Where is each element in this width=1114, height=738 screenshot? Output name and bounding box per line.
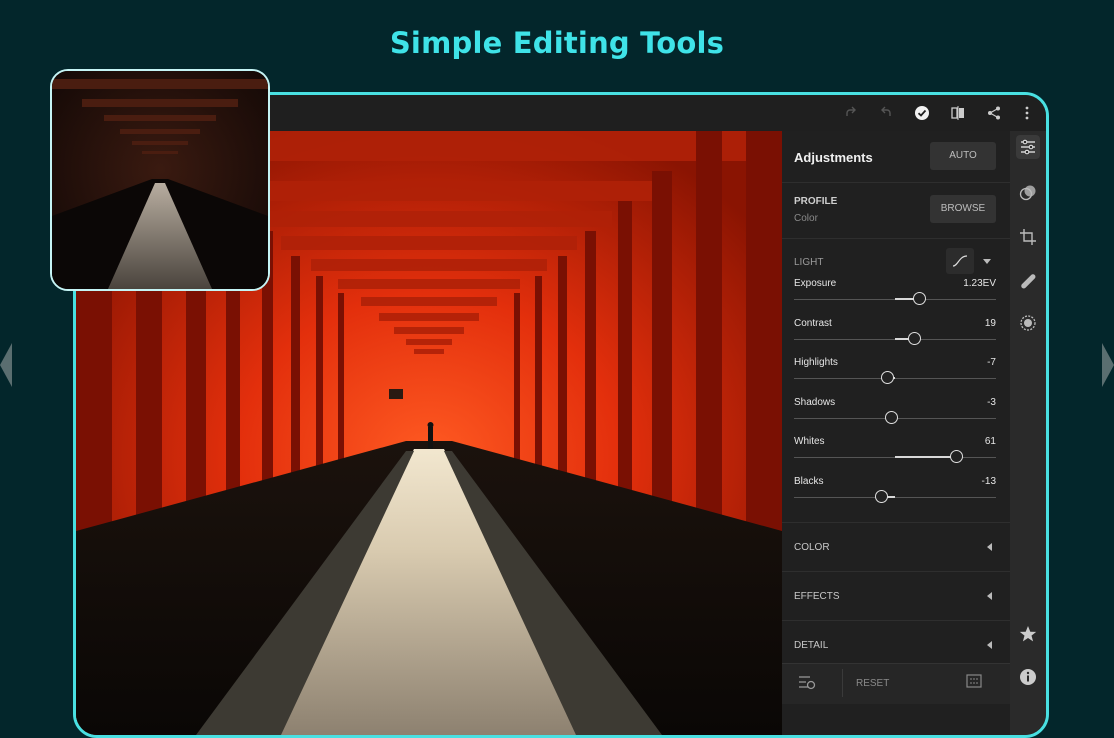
panel-header: Adjustments AUTO	[782, 131, 1010, 183]
slider-track[interactable]	[794, 497, 996, 498]
profile-section: PROFILE Color BROWSE	[782, 183, 1010, 239]
browse-button[interactable]: BROWSE	[930, 195, 996, 223]
color-section[interactable]: COLOR	[782, 522, 1010, 571]
slider-track[interactable]	[794, 378, 996, 380]
chevron-left-icon	[987, 592, 992, 600]
color-section-label: COLOR	[794, 542, 830, 553]
carousel-prev-arrow[interactable]	[0, 343, 12, 387]
slider-label: Shadows	[794, 396, 836, 408]
presets-icon[interactable]	[1016, 311, 1040, 335]
slider-handle[interactable]	[907, 331, 921, 345]
slider-label: Whites	[794, 436, 825, 448]
redo-icon[interactable]	[841, 103, 861, 123]
slider-highlights[interactable]: Highlights -7	[794, 357, 996, 397]
auto-button[interactable]: AUTO	[930, 142, 996, 170]
slider-value: -13	[981, 476, 996, 487]
healing-brush-icon[interactable]	[1016, 269, 1040, 293]
slider-label: Highlights	[794, 357, 838, 369]
tone-curve-icon[interactable]	[946, 248, 974, 274]
confirm-check-icon[interactable]	[912, 103, 932, 123]
star-rating-icon[interactable]	[1016, 622, 1040, 646]
slider-handle[interactable]	[881, 371, 895, 385]
panel-title: Adjustments	[794, 150, 873, 165]
slider-shadows[interactable]: Shadows -3	[794, 397, 996, 437]
tool-rail	[1010, 131, 1046, 735]
slider-value: 1.23EV	[963, 278, 996, 289]
detail-section[interactable]: DETAIL	[782, 620, 1010, 669]
bottom-bar-divider	[842, 669, 843, 697]
slider-value: 61	[984, 436, 996, 448]
selective-edit-icon[interactable]	[1016, 181, 1040, 205]
slider-fill	[895, 456, 957, 459]
profile-value: Color	[794, 213, 818, 224]
slider-blacks[interactable]: Blacks -13	[794, 476, 996, 516]
detail-section-label: DETAIL	[794, 640, 829, 651]
slider-label: Exposure	[794, 278, 837, 289]
slider-contrast[interactable]: Contrast 19	[794, 318, 996, 358]
light-label: LIGHT	[794, 257, 824, 268]
adjustments-panel: Adjustments AUTO PROFILE Color BROWSE LI…	[782, 131, 1010, 735]
info-icon[interactable]	[1016, 665, 1040, 689]
page-headline: Simple Editing Tools	[389, 26, 725, 60]
profile-label: PROFILE	[794, 196, 838, 207]
crop-icon[interactable]	[1016, 225, 1040, 249]
slider-value: -7	[987, 357, 996, 369]
chevron-left-icon	[987, 641, 992, 649]
light-expand-caret-icon[interactable]	[983, 259, 991, 264]
share-icon[interactable]	[984, 103, 1004, 123]
adjustments-sliders-icon[interactable]	[1016, 135, 1040, 159]
slider-handle[interactable]	[912, 292, 926, 305]
undo-icon[interactable]	[876, 103, 896, 123]
slider-label: Blacks	[794, 476, 824, 487]
more-icon[interactable]	[1017, 103, 1037, 123]
slider-value: -3	[987, 396, 996, 408]
slider-whites[interactable]: Whites 61	[794, 436, 996, 476]
panel-bottom-bar: RESET	[782, 663, 1010, 704]
before-after-icon[interactable]	[966, 674, 982, 693]
adjust-presets-icon[interactable]	[798, 674, 816, 695]
before-thumbnail	[50, 69, 270, 291]
slider-handle[interactable]	[950, 450, 964, 464]
chevron-left-icon	[987, 543, 992, 551]
slider-handle[interactable]	[885, 410, 899, 424]
slider-label: Contrast	[794, 317, 832, 329]
reset-button[interactable]: RESET	[856, 678, 889, 689]
slider-exposure[interactable]: Exposure 1.23EV	[794, 278, 996, 318]
effects-section-label: EFFECTS	[794, 591, 840, 602]
slider-value: 19	[984, 317, 996, 329]
carousel-next-arrow[interactable]	[1102, 343, 1114, 387]
slider-handle[interactable]	[875, 490, 889, 503]
compare-icon[interactable]	[948, 103, 968, 123]
effects-section[interactable]: EFFECTS	[782, 571, 1010, 620]
